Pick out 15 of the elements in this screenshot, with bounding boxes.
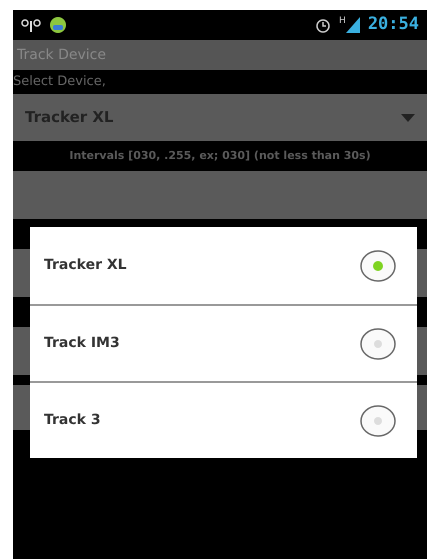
dropdown-arrow-icon: [401, 114, 415, 122]
interval-field[interactable]: [13, 171, 427, 219]
radio-button[interactable]: [359, 248, 397, 282]
select-label: Select Device,: [13, 73, 106, 92]
device-option[interactable]: Track IM3: [30, 304, 417, 381]
alarm-icon: [315, 17, 332, 33]
device-option[interactable]: Tracker XL: [30, 227, 417, 304]
device-option[interactable]: Track 3: [30, 381, 417, 458]
intervals-hint: Intervals [030, .255, ex; 030] (not less than 30s): [69, 148, 371, 164]
network-type: H: [339, 17, 346, 26]
clock: 20:54: [368, 13, 419, 36]
radio-button[interactable]: [359, 404, 397, 438]
antenna-icon: [21, 18, 41, 32]
radio-button[interactable]: [359, 326, 397, 360]
signal-icon: [346, 17, 360, 33]
